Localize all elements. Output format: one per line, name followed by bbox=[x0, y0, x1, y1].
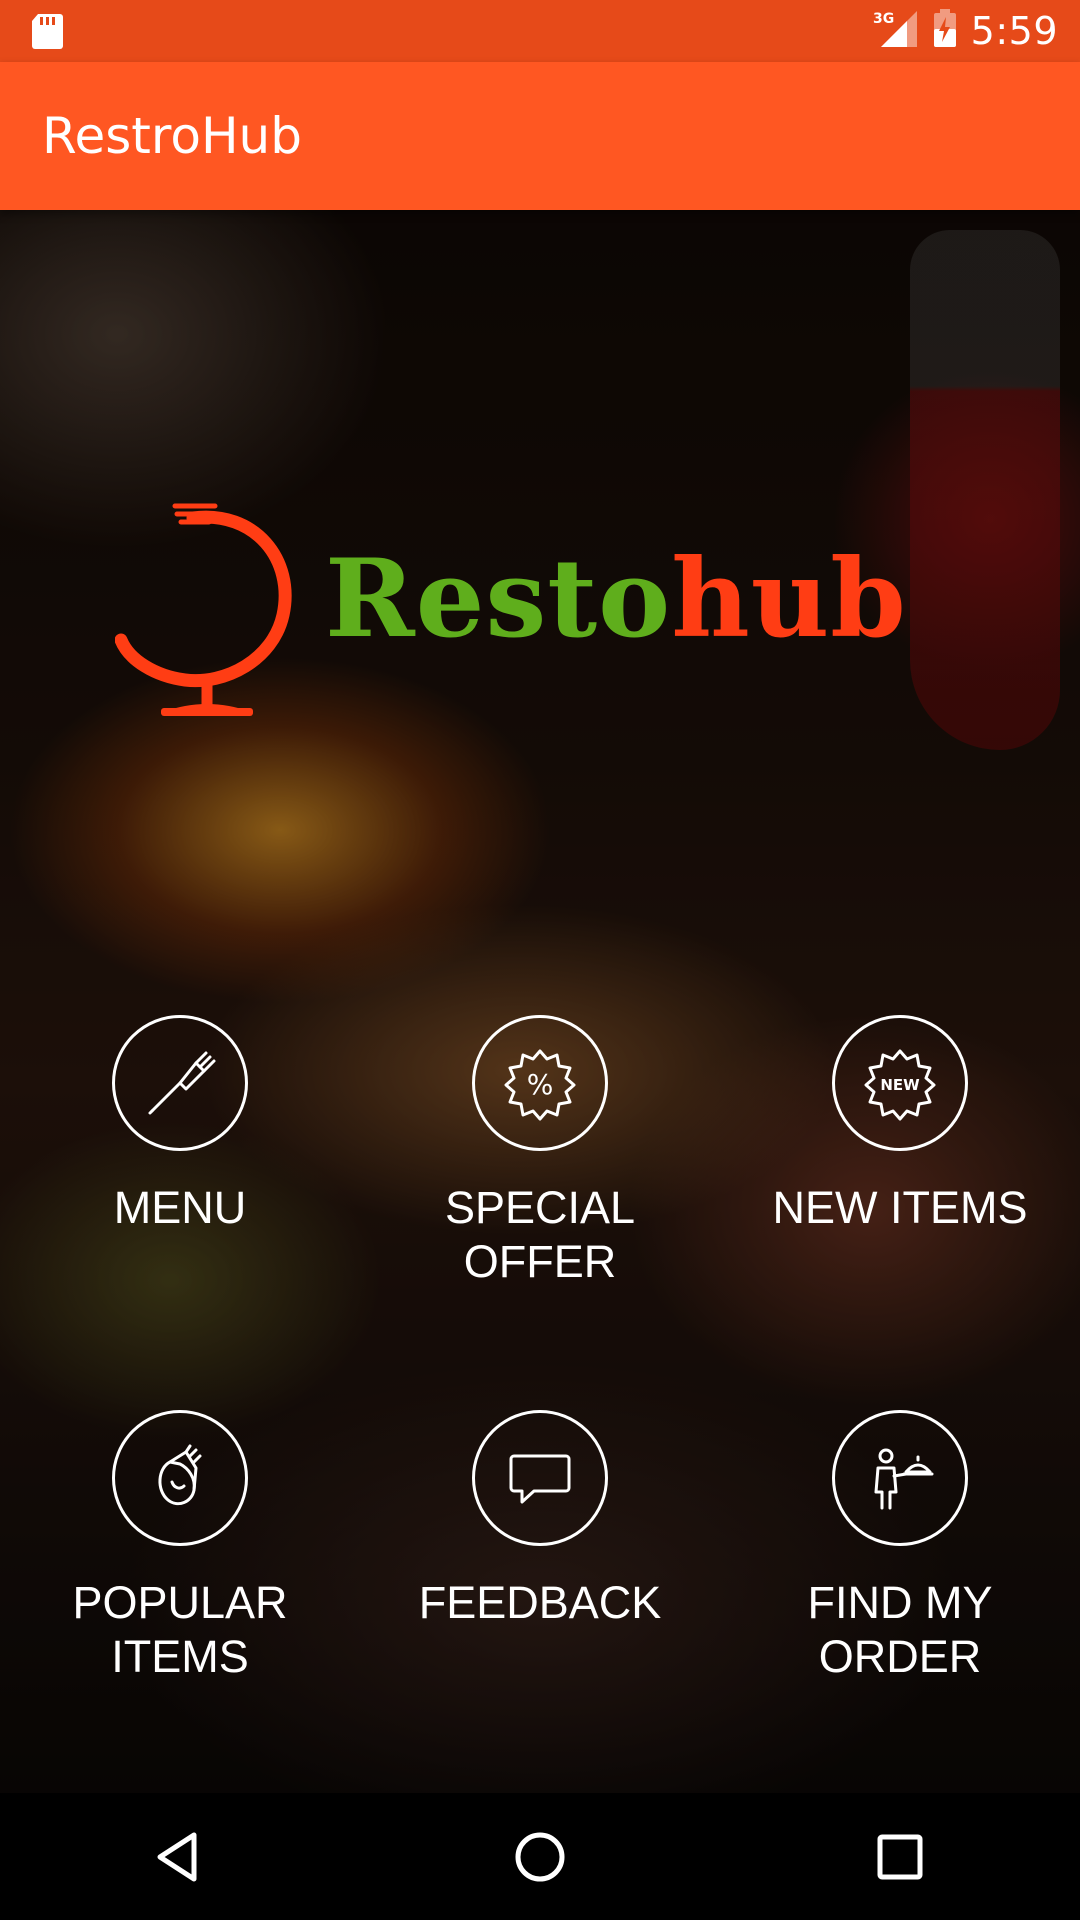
new-badge-text: NEW bbox=[880, 1076, 920, 1094]
recents-icon bbox=[877, 1834, 923, 1879]
new-items-label: NEW ITEMS bbox=[772, 1182, 1028, 1233]
logo-wordmark: Restohub bbox=[325, 545, 907, 653]
new-badge-icon: NEW bbox=[864, 1049, 936, 1121]
feedback-label: FEEDBACK bbox=[418, 1577, 662, 1628]
new-items-button[interactable]: NEW NEW ITEMS bbox=[720, 1015, 1080, 1289]
popular-food-icon bbox=[158, 1444, 202, 1506]
popular-items-label: POPULAR ITEMS bbox=[72, 1577, 288, 1682]
home-icon bbox=[515, 1832, 565, 1881]
logo-text-hub: hub bbox=[671, 536, 907, 662]
menu-icon-circle[interactable] bbox=[112, 1015, 248, 1151]
feedback-button[interactable]: FEEDBACK bbox=[360, 1410, 720, 1684]
feature-grid-row-2: POPULAR ITEMS FEEDBACK FIND MY ORDER bbox=[0, 1410, 1080, 1684]
home-content: Restohub MENU % SPECIAL OFFER NEW NEW IT… bbox=[0, 210, 1080, 1793]
app-bar: RestroHub bbox=[0, 62, 1080, 210]
percent-badge-icon: % bbox=[504, 1049, 576, 1121]
globe-fork-logo-icon bbox=[114, 500, 305, 720]
fork-icon bbox=[148, 1051, 216, 1115]
screen: 3G 5:59 RestroHub Restohub MENU % SPECIA… bbox=[0, 0, 1080, 1920]
special-offer-icon-circle[interactable]: % bbox=[472, 1015, 608, 1151]
back-icon bbox=[157, 1832, 197, 1881]
logo-text-resto: Resto bbox=[325, 536, 672, 662]
network-type-label: 3G bbox=[873, 11, 894, 27]
feature-grid-row-1: MENU % SPECIAL OFFER NEW NEW ITEMS bbox=[0, 1015, 1080, 1289]
popular-items-icon-circle[interactable] bbox=[112, 1410, 248, 1546]
back-button[interactable] bbox=[120, 1807, 240, 1907]
feedback-icon-circle[interactable] bbox=[472, 1410, 608, 1546]
new-items-icon-circle[interactable]: NEW bbox=[832, 1015, 968, 1151]
signal-icon: 3G bbox=[873, 9, 919, 53]
popular-items-button[interactable]: POPULAR ITEMS bbox=[0, 1410, 360, 1684]
chat-bubble-icon bbox=[509, 1454, 571, 1504]
status-bar: 3G 5:59 bbox=[0, 0, 1080, 62]
find-my-order-label: FIND MY ORDER bbox=[807, 1577, 993, 1682]
sd-card-icon bbox=[30, 12, 64, 50]
svg-text:%: % bbox=[527, 1068, 554, 1101]
navigation-bar bbox=[0, 1793, 1080, 1920]
waiter-icon bbox=[874, 1448, 934, 1510]
find-my-order-button[interactable]: FIND MY ORDER bbox=[720, 1410, 1080, 1684]
special-offer-label: SPECIAL OFFER bbox=[444, 1182, 636, 1287]
status-icons: 3G 5:59 bbox=[873, 0, 1058, 62]
recents-button[interactable] bbox=[840, 1807, 960, 1907]
menu-label: MENU bbox=[113, 1182, 247, 1233]
status-time: 5:59 bbox=[970, 9, 1058, 53]
find-my-order-icon-circle[interactable] bbox=[832, 1410, 968, 1546]
menu-button[interactable]: MENU bbox=[0, 1015, 360, 1289]
special-offer-button[interactable]: % SPECIAL OFFER bbox=[360, 1015, 720, 1289]
restohub-logo: Restohub bbox=[114, 500, 965, 720]
home-button[interactable] bbox=[480, 1807, 600, 1907]
battery-charging-icon bbox=[933, 9, 957, 53]
app-title: RestroHub bbox=[42, 107, 302, 165]
